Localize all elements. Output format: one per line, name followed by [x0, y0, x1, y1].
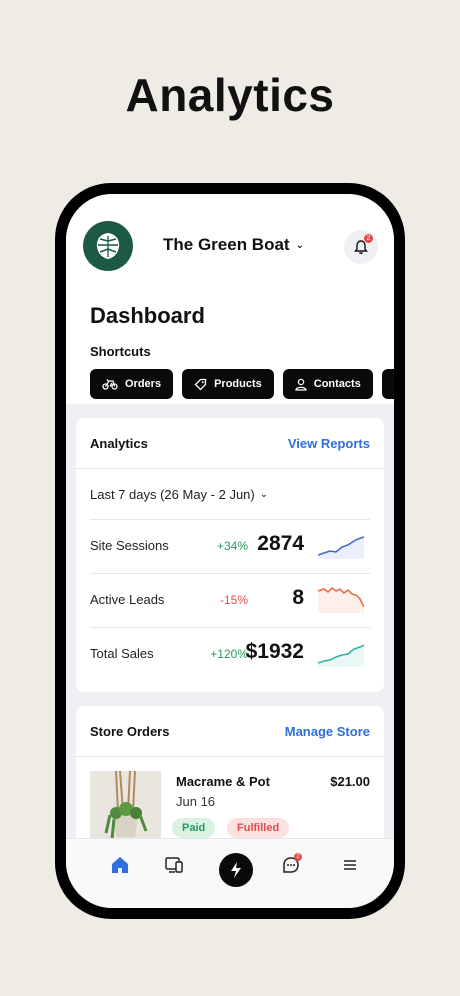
- product-name: Macrame & Pot: [176, 774, 270, 789]
- shortcut-label: Orders: [125, 378, 162, 390]
- metric-value: 2874: [257, 532, 304, 555]
- order-date: Jun 16: [176, 794, 216, 809]
- shortcut-label: Products: [214, 378, 262, 390]
- status-badge-paid: Paid: [172, 818, 216, 838]
- shortcut-orders[interactable]: Orders: [90, 369, 174, 399]
- analytics-title: Analytics: [90, 435, 148, 451]
- bottom-tab-bar: 2: [66, 838, 394, 908]
- order-price: $21.00: [330, 774, 370, 789]
- inbox-badge: 2: [294, 853, 302, 861]
- analytics-card: Analytics View Reports Last 7 days (26 M…: [76, 418, 384, 692]
- product-image: [90, 770, 161, 841]
- order-row[interactable]: Macrame & Pot Jun 16 $21.00 Paid Fulfill…: [76, 757, 384, 847]
- date-range-selector[interactable]: Last 7 days (26 May - 2 Jun) ⌄: [76, 469, 384, 519]
- metric-value: $1932: [245, 640, 304, 663]
- store-orders-card: Store Orders Manage Store Macrame & Pot …: [76, 706, 384, 856]
- tab-inbox[interactable]: 2: [279, 853, 303, 877]
- status-badge-fulfilled: Fulfilled: [227, 818, 290, 838]
- shortcut-label: Contacts: [313, 378, 361, 390]
- sparkline-leads: [318, 587, 364, 613]
- site-switcher[interactable]: The Green Boat ⌄: [163, 235, 304, 255]
- sparkline-sales: [318, 644, 364, 667]
- metric-row-sessions[interactable]: Site Sessions +34% 2874: [90, 519, 370, 573]
- devices-icon: [165, 857, 183, 873]
- page-title: Dashboard: [90, 303, 205, 328]
- notifications-button[interactable]: 2: [344, 230, 378, 264]
- lightning-icon: [231, 862, 241, 878]
- person-icon: [295, 378, 307, 391]
- tab-quick-actions[interactable]: [219, 853, 253, 887]
- metric-row-leads[interactable]: Active Leads -15% 8: [90, 573, 370, 627]
- metric-value: 8: [292, 586, 304, 609]
- site-logo[interactable]: [83, 221, 133, 271]
- shortcut-contacts[interactable]: Contacts: [282, 369, 373, 399]
- metric-label: Active Leads: [90, 592, 165, 607]
- shortcut-products[interactable]: Products: [182, 369, 274, 399]
- metric-change: -15%: [219, 593, 248, 607]
- manage-store-link[interactable]: Manage Store: [285, 724, 370, 739]
- metric-label: Site Sessions: [90, 538, 169, 553]
- sparkline-sessions: [318, 536, 364, 559]
- metric-change: +120%: [210, 647, 248, 661]
- metric-change: +34%: [216, 539, 248, 553]
- store-orders-header: Store Orders Manage Store: [76, 706, 384, 757]
- shortcuts-list: Orders Products Contacts: [90, 369, 394, 399]
- shortcut-media[interactable]: [381, 369, 394, 399]
- analytics-card-header: Analytics View Reports: [76, 418, 384, 469]
- monstera-leaf-icon: [96, 233, 120, 259]
- tag-icon: [194, 378, 207, 390]
- app-screen: The Green Boat ⌄ 2 Dashboard Shortcuts O…: [66, 194, 394, 908]
- home-icon: [112, 857, 128, 873]
- view-reports-link[interactable]: View Reports: [288, 436, 370, 451]
- hero-title: Analytics: [125, 69, 335, 121]
- notification-badge: 2: [364, 234, 373, 243]
- hamburger-menu-icon: [344, 860, 356, 870]
- chevron-down-icon: ⌄: [259, 488, 269, 500]
- site-name: The Green Boat: [163, 235, 290, 254]
- phone-frame: The Green Boat ⌄ 2 Dashboard Shortcuts O…: [55, 183, 405, 919]
- tab-devices[interactable]: [162, 853, 186, 877]
- bike-icon: [102, 379, 118, 390]
- tab-menu[interactable]: [338, 853, 362, 877]
- metric-row-sales[interactable]: Total Sales +120% $1932: [90, 627, 370, 681]
- metric-label: Total Sales: [90, 646, 154, 661]
- tab-home[interactable]: [108, 853, 132, 877]
- shortcuts-label: Shortcuts: [90, 344, 151, 359]
- chevron-down-icon: ⌄: [295, 239, 304, 251]
- header-section: The Green Boat ⌄ 2 Dashboard Shortcuts O…: [66, 194, 394, 404]
- store-orders-title: Store Orders: [90, 723, 170, 739]
- date-range-label: Last 7 days (26 May - 2 Jun): [90, 486, 255, 502]
